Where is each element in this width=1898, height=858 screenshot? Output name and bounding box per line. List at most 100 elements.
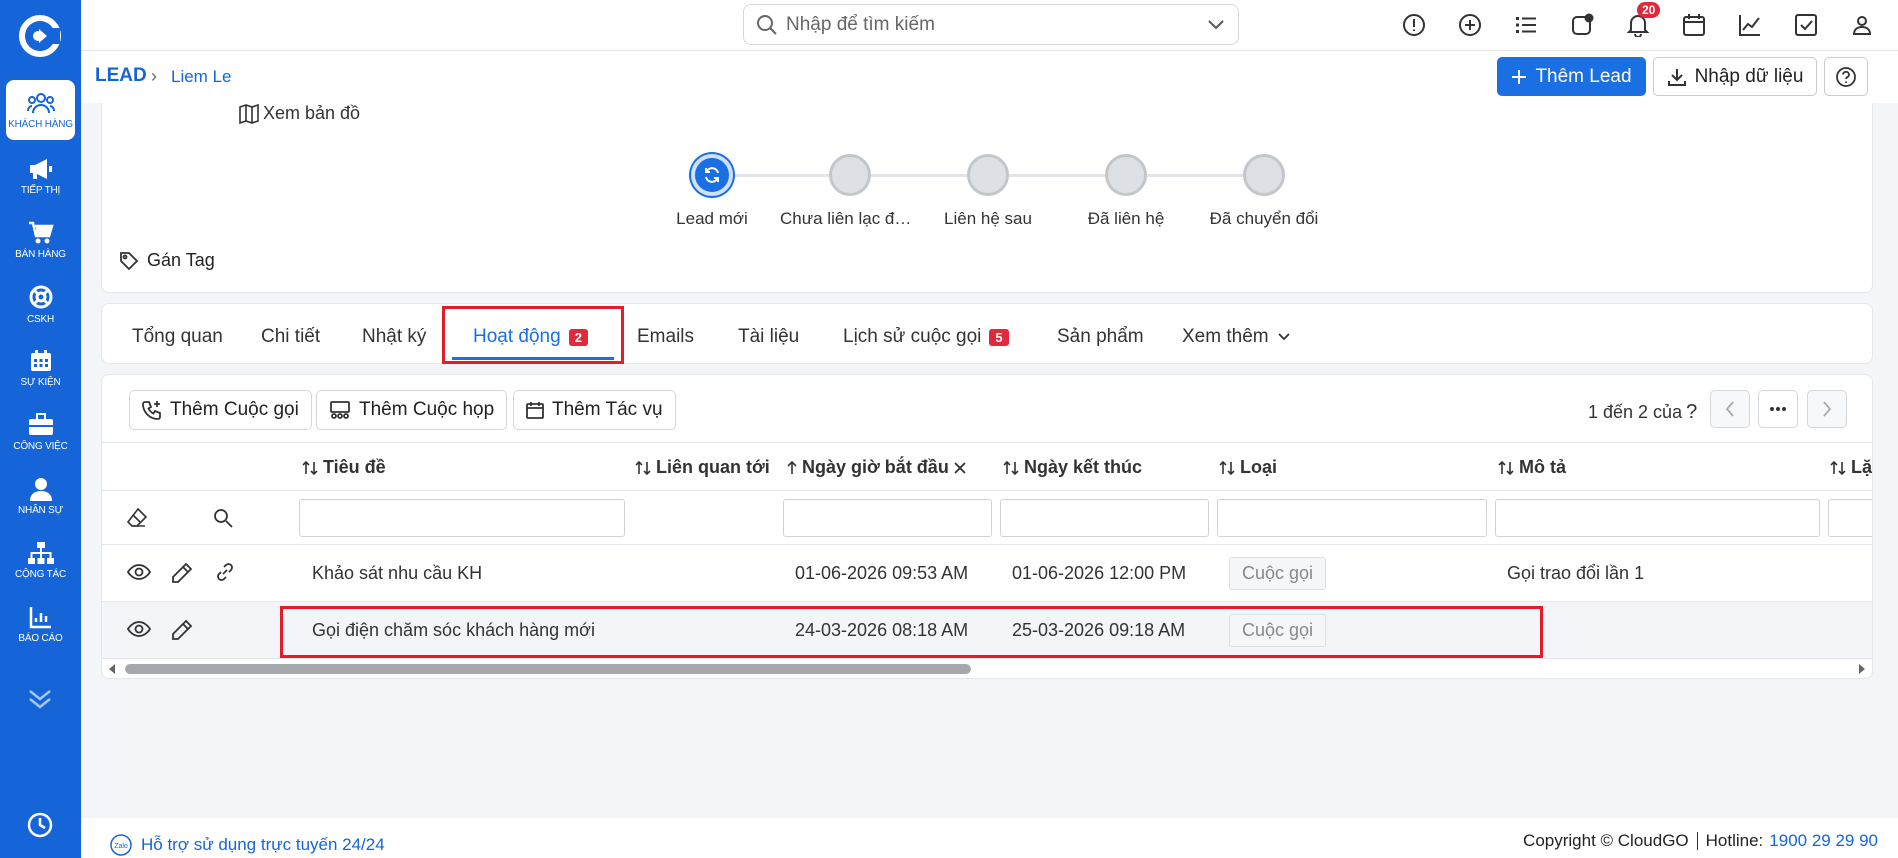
column-header-start[interactable]: Ngày giờ bắt đầu — [786, 457, 967, 478]
assign-tag-button[interactable]: Gán Tag — [119, 250, 215, 271]
add-task-button[interactable]: Thêm Tác vụ — [513, 390, 676, 430]
tab-chi-tiet[interactable]: Chi tiết — [261, 326, 320, 348]
more-options-button[interactable] — [1758, 390, 1798, 428]
sidebar-item-tiep-thi[interactable]: TIẾP THỊ — [6, 146, 75, 206]
scroll-left-icon[interactable] — [107, 663, 117, 675]
sidebar-item-su-kien[interactable]: SỰ KIỆN — [6, 338, 75, 398]
sort-icon — [1498, 460, 1514, 475]
column-header-title[interactable]: Tiêu đề — [301, 457, 386, 478]
sidebar-item-cskh[interactable]: CSKH — [6, 274, 75, 334]
tab-count-badge: 5 — [989, 328, 1009, 346]
tab-emails[interactable]: Emails — [637, 326, 694, 348]
pipeline-stage[interactable]: Liên hệ sau — [908, 154, 1068, 229]
prev-page-button[interactable] — [1710, 390, 1750, 428]
megaphone-icon — [29, 158, 52, 179]
list-icon[interactable] — [1513, 12, 1539, 38]
filter-start-input[interactable] — [783, 499, 992, 537]
support-link[interactable]: Zalo Hỗ trợ sử dụng trực tuyến 24/24 — [109, 833, 385, 857]
filter-repeat-input[interactable] — [1828, 499, 1872, 537]
meeting-icon — [330, 401, 350, 419]
clock-icon[interactable] — [26, 811, 54, 839]
pipeline-stage[interactable]: Chưa liên lạc được — [770, 154, 930, 229]
tab-san-pham[interactable]: Sản phẩm — [1057, 326, 1144, 348]
pipeline-stage[interactable]: Lead mới — [632, 154, 792, 229]
sidebar-item-cong-viec[interactable]: CÔNG VIỆC — [6, 402, 75, 462]
tab-nhat-ky[interactable]: Nhật ký — [362, 326, 426, 348]
copyright-text: Copyright © CloudGO — [1523, 831, 1689, 850]
sidebar-item-khach-hang[interactable]: KHÁCH HÀNG — [6, 80, 75, 140]
breadcrumb-current[interactable]: Liem Le — [171, 67, 231, 87]
tab-lich-su-cuoc-goi[interactable]: Lịch sử cuộc gọi 5 — [843, 326, 1009, 348]
next-page-button[interactable] — [1807, 390, 1847, 428]
pipeline-stage[interactable]: Đã liên hệ — [1046, 154, 1206, 229]
filter-end-input[interactable] — [1000, 499, 1209, 537]
filter-title-input[interactable] — [299, 499, 625, 537]
column-header-repeat[interactable]: Lặ — [1829, 457, 1872, 478]
sidebar-item-label: BÁN HÀNG — [15, 248, 66, 260]
sidebar-item-ban-hang[interactable]: BÁN HÀNG — [6, 210, 75, 270]
column-header-type[interactable]: Loại — [1218, 457, 1277, 478]
view-map-link[interactable]: Xem bản đồ — [239, 103, 360, 124]
breadcrumb-root[interactable]: LEAD — [95, 65, 147, 87]
column-header-description[interactable]: Mô tả — [1497, 457, 1566, 478]
calendar-icon[interactable] — [1681, 12, 1707, 38]
scroll-right-icon[interactable] — [1857, 663, 1867, 675]
stage-dot — [1243, 154, 1285, 196]
eraser-icon[interactable] — [126, 507, 148, 529]
expand-more-icon[interactable] — [26, 688, 54, 710]
tab-tai-lieu[interactable]: Tài liệu — [738, 326, 799, 348]
sidebar-item-label: KHÁCH HÀNG — [8, 118, 73, 130]
column-header-related[interactable]: Liên quan tới — [634, 457, 770, 478]
sidebar-item-bao-cao[interactable]: BÁO CÁO — [6, 594, 75, 654]
download-icon — [1667, 68, 1686, 86]
view-eye-icon[interactable] — [127, 619, 151, 639]
top-bar: 20 — [81, 0, 1898, 51]
sidebar-item-cong-tac[interactable]: CỘNG TÁC — [6, 530, 75, 590]
table-row[interactable]: Khảo sát nhu cầu KH 01-06-2026 09:53 AM … — [102, 545, 1872, 602]
filter-description-input[interactable] — [1495, 499, 1820, 537]
add-circle-icon[interactable] — [1457, 12, 1483, 38]
bell-icon[interactable]: 20 — [1625, 2, 1661, 38]
checkbox-icon[interactable] — [1793, 12, 1819, 38]
filter-type-input[interactable] — [1217, 499, 1487, 537]
column-header-end[interactable]: Ngày kết thúc — [1002, 457, 1142, 478]
sidebar-item-nhan-su[interactable]: NHÂN SỰ — [6, 466, 75, 526]
link-icon[interactable] — [215, 562, 235, 582]
chevron-down-icon[interactable] — [1206, 18, 1226, 32]
sidebar-item-label: BÁO CÁO — [18, 632, 63, 644]
scrollbar-thumb[interactable] — [125, 664, 971, 674]
add-lead-button[interactable]: Thêm Lead — [1497, 57, 1646, 96]
stage-label: Chưa liên lạc được — [780, 209, 920, 228]
view-eye-icon[interactable] — [127, 562, 151, 582]
horizontal-scrollbar[interactable] — [102, 656, 1872, 678]
hotline-number[interactable]: 1900 29 29 90 — [1769, 831, 1878, 851]
help-button[interactable] — [1824, 57, 1868, 96]
sort-icon — [1003, 460, 1019, 475]
alert-icon[interactable] — [1401, 12, 1427, 38]
pagination-total-unknown[interactable]: ? — [1686, 401, 1697, 424]
tab-label: Xem thêm — [1182, 326, 1269, 347]
column-label: Tiêu đề — [323, 457, 386, 477]
global-search[interactable] — [743, 4, 1239, 45]
sidebar: KHÁCH HÀNG TIẾP THỊ BÁN HÀNG CSKH SỰ KIỆ… — [0, 0, 81, 858]
sidebar-item-label: CÔNG VIỆC — [13, 440, 68, 452]
tab-label: Tổng quan — [132, 326, 223, 347]
import-data-button[interactable]: Nhập dữ liệu — [1653, 57, 1817, 96]
chart-line-icon[interactable] — [1737, 12, 1763, 38]
add-call-button[interactable]: Thêm Cuộc gọi — [129, 390, 312, 430]
cloudgo-logo-icon[interactable] — [18, 14, 62, 58]
clear-sort-icon[interactable] — [953, 461, 967, 475]
user-profile-icon[interactable] — [1849, 12, 1875, 38]
app-notification-icon[interactable] — [1569, 12, 1595, 38]
highlight-box-row — [280, 606, 1543, 658]
edit-pencil-icon[interactable] — [171, 619, 193, 641]
zalo-icon: Zalo — [110, 834, 132, 856]
edit-pencil-icon[interactable] — [171, 562, 193, 584]
search-icon[interactable] — [213, 508, 233, 528]
search-input[interactable] — [786, 13, 1206, 36]
tab-xem-them[interactable]: Xem thêm — [1182, 326, 1291, 348]
add-meeting-button[interactable]: Thêm Cuộc họp — [316, 390, 508, 430]
tab-tong-quan[interactable]: Tổng quan — [132, 326, 223, 348]
sidebar-item-label: TIẾP THỊ — [20, 184, 61, 196]
pipeline-stage[interactable]: Đã chuyển đổi — [1184, 154, 1344, 229]
